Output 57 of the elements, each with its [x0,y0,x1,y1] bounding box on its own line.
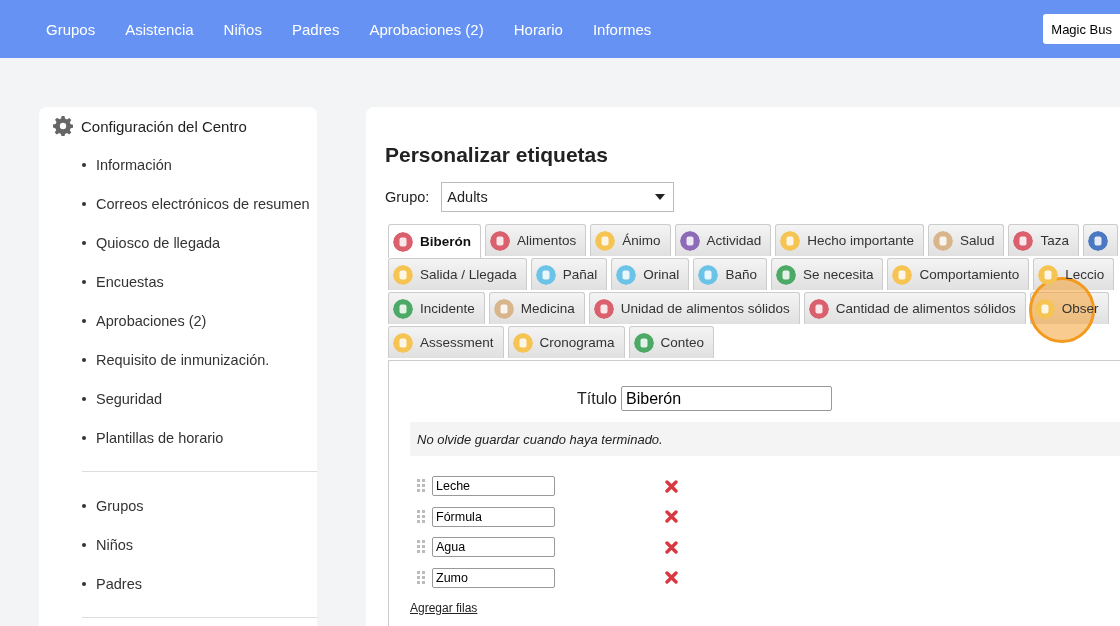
tag-tab[interactable]: Hecho importante [775,224,924,256]
option-input[interactable]: Fórmula [432,506,555,527]
sidebar-link[interactable]: Encuestas [96,273,164,290]
tag-tab[interactable]: Medicina [488,292,585,324]
sidebar-link[interactable]: Información [96,156,172,173]
sidebar-link[interactable]: Quiosco de llegada [96,234,221,251]
field-label: Título [577,389,617,408]
sidebar-title: Configuración del Centro [81,117,247,135]
tag-tab[interactable]: Salida / Llegada [388,258,527,290]
sidebar-link[interactable]: Seguridad [96,390,163,407]
tag-tab[interactable]: Orinal [611,258,690,290]
drag-handle-icon[interactable] [417,540,426,555]
sidebar-link[interactable]: Niños [96,536,134,553]
drag-handle-icon[interactable] [417,570,426,585]
option-input[interactable]: Agua [432,537,555,558]
tag-tab[interactable]: Alimentos [485,224,587,256]
drag-handle-icon[interactable] [417,479,426,494]
title-input[interactable]: Biberón [621,386,832,411]
add-rows-link[interactable]: Agregar filas [410,601,478,615]
group-select[interactable]: Adults [441,182,675,212]
delete-icon[interactable] [665,479,678,493]
tag-tab[interactable]: Leccio [1033,258,1115,290]
delete-icon[interactable] [665,571,678,585]
tag-tab[interactable]: Biberón [388,224,481,258]
tag-tab[interactable]: Actividad [674,224,772,256]
tag-tab[interactable]: Obser [1029,292,1109,324]
account-button[interactable]: Magic Bus [1043,14,1120,44]
tag-tab[interactable]: Cronograma [507,326,625,358]
tag-tab[interactable]: Assessment [388,326,504,358]
sidebar-link[interactable]: Grupos [96,497,144,514]
caret-icon [655,194,666,200]
sidebar-link[interactable]: Correos electrónicos de resumen [96,195,310,212]
drag-handle-icon[interactable] [417,509,426,524]
field-label: Grupo: [385,189,430,205]
tag-tab[interactable]: Unidad de alimentos sólidos [588,292,800,324]
settings-icon [53,116,73,136]
notice-text: No olvide guardar cuando haya terminado. [410,422,1120,456]
tag-tab[interactable]: Incidente [388,292,485,324]
sidebar-link[interactable]: Aprobaciones (2) [96,312,207,329]
tag-tab[interactable]: Taza [1008,224,1079,256]
tag-tab[interactable]: Baño [693,258,767,290]
tag-tab[interactable]: Pañal [530,258,608,290]
sidebar-link[interactable]: Requisito de inmunización. [96,351,270,368]
delete-icon[interactable] [665,510,678,524]
tag-tab[interactable]: Cantidad de alimentos sólidos [803,292,1026,324]
sidebar-link[interactable]: Plantillas de horario [96,429,224,446]
option-input[interactable]: Leche [432,476,555,497]
tag-tab[interactable]: Comportamiento [887,258,1030,290]
tag-tab[interactable]: Salud [927,224,1005,256]
page-heading: Personalizar etiquetas [385,143,609,167]
tag-tab[interactable] [1082,224,1118,256]
option-input[interactable]: Zumo [432,567,555,588]
tag-tab[interactable]: Se necesita [770,258,884,290]
tag-tab[interactable]: Conteo [628,326,715,358]
delete-icon[interactable] [665,540,678,554]
sidebar-link[interactable]: Padres [96,575,142,592]
tag-tab[interactable]: Ánimo [590,224,671,256]
